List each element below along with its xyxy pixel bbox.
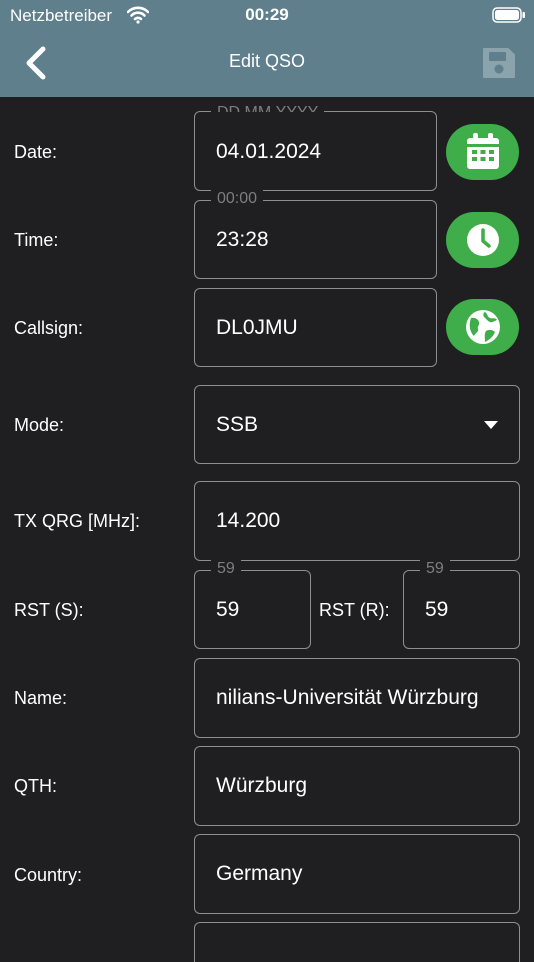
status-bar: Netzbetreiber 00:29 xyxy=(0,0,534,32)
rst-r-hint: 59 xyxy=(420,560,450,578)
qth-label: QTH: xyxy=(14,776,57,796)
mode-label: Mode: xyxy=(14,415,65,435)
mode-value: SSB xyxy=(216,413,259,436)
qth-field[interactable]: Würzburg xyxy=(194,746,520,826)
edit-qso-screen: Netzbetreiber 00:29 Edit QSO Date: 04.01… xyxy=(0,0,534,962)
mode-select[interactable]: SSB xyxy=(194,385,520,464)
country-label: Country: xyxy=(14,865,83,885)
battery-icon xyxy=(492,7,525,23)
header: Netzbetreiber 00:29 Edit QSO xyxy=(0,0,534,97)
time-label: Time: xyxy=(14,230,59,250)
qth-value: Würzburg xyxy=(216,774,308,797)
next-field[interactable] xyxy=(194,922,520,962)
tx-qrg-value: 14.200 xyxy=(216,509,281,532)
rst-s-field[interactable]: 59 59 xyxy=(194,560,311,649)
time-field[interactable]: 00:00 23:28 xyxy=(194,190,437,279)
rst-r-value: 59 xyxy=(425,598,449,621)
time-picker-button[interactable] xyxy=(446,212,519,268)
rst-s-label: RST (S): xyxy=(14,600,84,620)
country-value: Germany xyxy=(216,862,303,885)
date-field[interactable]: DD.MM.YYYY 04.01.2024 xyxy=(194,104,437,191)
date-hint: DD.MM.YYYY xyxy=(211,104,325,112)
callsign-label: Callsign: xyxy=(14,318,84,338)
caret-down-icon xyxy=(484,421,498,429)
save-button[interactable] xyxy=(480,45,518,81)
tx-qrg-field[interactable]: 14.200 xyxy=(194,481,520,561)
date-value: 04.01.2024 xyxy=(216,140,322,163)
callsign-value: DL0JMU xyxy=(216,316,298,339)
globe-icon xyxy=(465,310,500,344)
date-label: Date: xyxy=(14,142,58,162)
rst-r-label: RST (R): xyxy=(319,600,390,620)
time-hint: 00:00 xyxy=(211,190,264,208)
status-time: 00:29 xyxy=(245,5,289,24)
rst-s-hint: 59 xyxy=(211,560,241,578)
date-picker-button[interactable] xyxy=(446,124,519,180)
name-label: Name: xyxy=(14,688,68,708)
page-title: Edit QSO xyxy=(228,51,306,71)
callsign-field[interactable]: DL0JMU xyxy=(194,288,437,367)
rst-r-field[interactable]: 59 59 xyxy=(403,560,520,649)
time-value: 23:28 xyxy=(216,228,269,251)
rst-s-value: 59 xyxy=(216,598,240,621)
tx-qrg-label: TX QRG [MHz]: xyxy=(14,511,140,531)
clock-icon xyxy=(466,224,499,256)
save-icon xyxy=(483,48,515,78)
calendar-icon xyxy=(466,133,499,169)
name-value: nilians-Universität Würzburg xyxy=(216,686,479,709)
name-field[interactable]: nilians-Universität Würzburg xyxy=(194,658,520,738)
country-field[interactable]: Germany xyxy=(194,834,520,914)
callsign-lookup-button[interactable] xyxy=(446,299,519,355)
